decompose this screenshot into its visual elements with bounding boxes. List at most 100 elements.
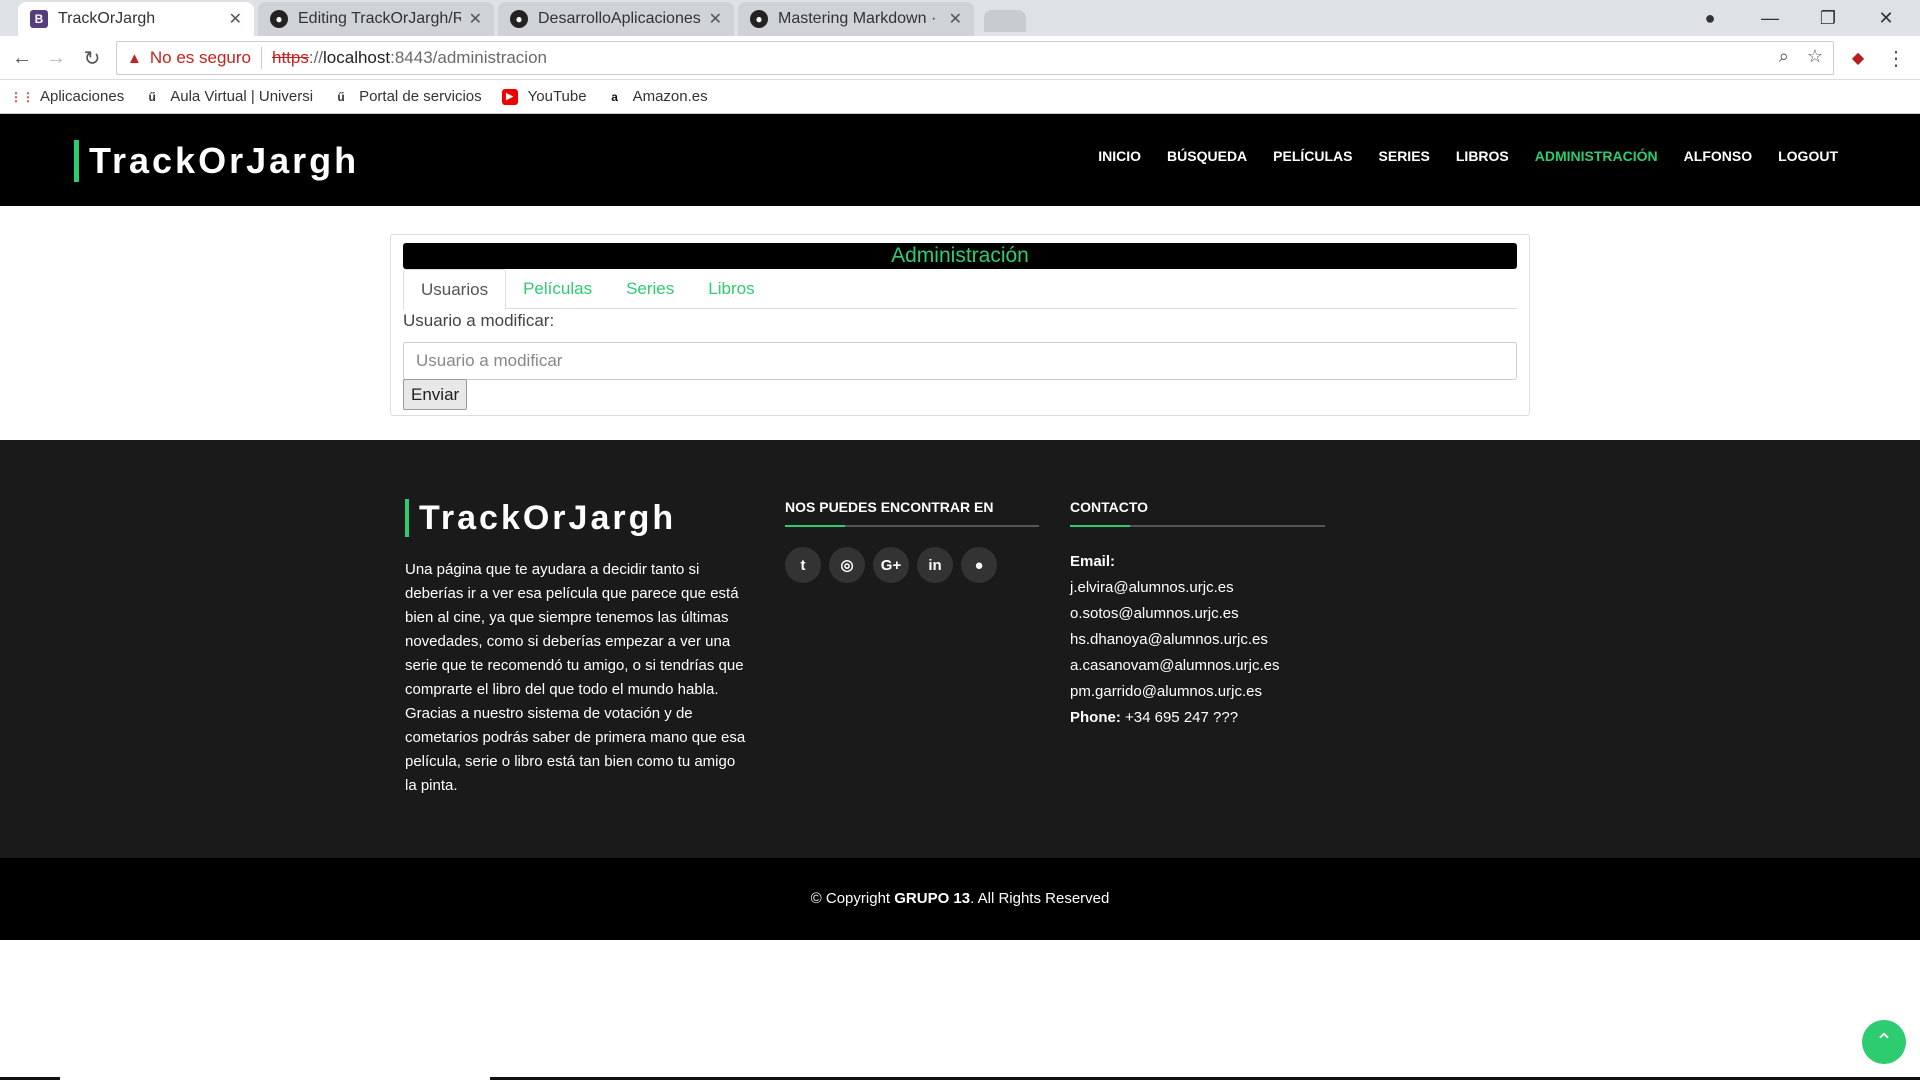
- bookmark-youtube[interactable]: ▶ YouTube: [501, 88, 587, 105]
- close-tab-icon[interactable]: ✕: [229, 9, 242, 29]
- url-path: :8443/administracion: [390, 48, 547, 67]
- email-label: Email:: [1070, 553, 1116, 570]
- site-header: TrackOrJargh INICIO BÚSQUEDA PELÍCULAS S…: [0, 114, 1920, 206]
- profile-icon[interactable]: ●: [1682, 0, 1738, 36]
- tab-peliculas[interactable]: Películas: [506, 269, 609, 308]
- browser-toolbar: ← → ↻ ▲ No es seguro https://localhost:8…: [0, 36, 1920, 80]
- restore-icon[interactable]: ❐: [1800, 0, 1856, 36]
- copyright-bar: © Copyright GRUPO 13. All Rights Reserve…: [0, 858, 1920, 940]
- bookmark-label: Portal de servicios: [359, 88, 482, 105]
- contact-info: Email: j.elvira@alumnos.urjc.es o.sotos@…: [1070, 549, 1280, 731]
- forward-icon[interactable]: →: [40, 42, 72, 74]
- nav-administracion[interactable]: ADMINISTRACIÓN: [1535, 148, 1658, 164]
- tab-title: DesarrolloAplicacionesW: [538, 10, 701, 27]
- tab-series[interactable]: Series: [609, 269, 691, 308]
- apps-grid-icon: ⋮⋮: [10, 89, 34, 104]
- bookmark-label: YouTube: [527, 88, 587, 105]
- nav-inicio[interactable]: INICIO: [1098, 148, 1141, 164]
- github-icon: ●: [510, 10, 528, 28]
- bookmark-label: Aplicaciones: [40, 88, 125, 105]
- github-icon: ●: [270, 10, 288, 28]
- footer-logo: TrackOrJargh: [405, 499, 676, 537]
- instagram-icon[interactable]: ◎: [829, 547, 865, 583]
- close-tab-icon[interactable]: ✕: [709, 9, 722, 29]
- submit-button[interactable]: Enviar: [403, 379, 468, 410]
- contact-title-underline: [1070, 525, 1325, 527]
- url-host: localhost: [323, 48, 391, 67]
- contact-email[interactable]: hs.dhanoya@alumnos.urjc.es: [1070, 627, 1280, 653]
- bookmark-star-icon[interactable]: ☆: [1807, 46, 1823, 67]
- site-logo[interactable]: TrackOrJargh: [74, 140, 359, 182]
- ublock-icon[interactable]: ◆: [1842, 42, 1874, 74]
- user-field-label: Usuario a modificar:: [403, 311, 555, 330]
- social-links: t ◎ G+ in ●: [785, 547, 997, 583]
- user-input[interactable]: [403, 342, 1517, 380]
- browser-tab-bar: B TrackOrJargh ✕ ● Editing TrackOrJargh/…: [0, 0, 1920, 36]
- nav-peliculas[interactable]: PELÍCULAS: [1273, 148, 1352, 164]
- close-window-icon[interactable]: ✕: [1858, 0, 1914, 36]
- close-tab-icon[interactable]: ✕: [469, 9, 482, 29]
- twitter-icon[interactable]: t: [785, 547, 821, 583]
- tab-title: TrackOrJargh: [58, 10, 156, 27]
- nav-user-alfonso[interactable]: ALFONSO: [1684, 148, 1752, 164]
- bootstrap-icon: B: [30, 10, 48, 28]
- youtube-icon: ▶: [501, 88, 518, 105]
- tab-usuarios[interactable]: Usuarios: [403, 269, 507, 310]
- copyright-suffix: . All Rights Reserved: [970, 890, 1110, 907]
- contact-email[interactable]: j.elvira@alumnos.urjc.es: [1070, 575, 1280, 601]
- phone-label: Phone:: [1070, 709, 1121, 726]
- zoom-icon[interactable]: ⌕: [1779, 46, 1789, 67]
- bookmark-amazon[interactable]: a Amazon.es: [607, 88, 708, 105]
- nav-series[interactable]: SERIES: [1379, 148, 1430, 164]
- browser-tab-markdown[interactable]: ● Mastering Markdown · G ✕: [738, 2, 974, 36]
- security-label[interactable]: No es seguro: [150, 48, 251, 68]
- social-title-underline: [785, 525, 1039, 527]
- github-icon[interactable]: ●: [961, 547, 997, 583]
- github-icon: ●: [750, 10, 768, 28]
- browser-tab-trackorjargh[interactable]: B TrackOrJargh ✕: [18, 2, 254, 36]
- chevron-up-icon: ⌃: [1874, 1029, 1894, 1054]
- tab-title: Editing TrackOrJargh/RE: [298, 10, 461, 27]
- address-bar[interactable]: ▲ No es seguro https://localhost:8443/ad…: [116, 41, 1834, 75]
- bookmarks-bar: ⋮⋮ Aplicaciones ű Aula Virtual | Univers…: [0, 80, 1920, 114]
- omnibox-separator: [260, 47, 262, 69]
- omnibox-actions: ⌕ ☆: [1779, 46, 1823, 67]
- google-plus-icon[interactable]: G+: [873, 547, 909, 583]
- nav-logout[interactable]: LOGOUT: [1778, 148, 1838, 164]
- main-nav: INICIO BÚSQUEDA PELÍCULAS SERIES LIBROS …: [1098, 148, 1838, 164]
- bookmark-label: Amazon.es: [632, 88, 708, 105]
- urjc-icon: ű: [337, 89, 345, 104]
- footer-description: Una página que te ayudara a decidir tant…: [405, 561, 746, 794]
- contact-email[interactable]: o.sotos@alumnos.urjc.es: [1070, 601, 1280, 627]
- reload-icon[interactable]: ↻: [76, 42, 108, 74]
- new-tab-button[interactable]: [984, 10, 1026, 32]
- warning-icon: ▲: [127, 49, 142, 67]
- bookmark-label: Aula Virtual | Universi: [170, 88, 314, 105]
- browser-tab-desarrollo[interactable]: ● DesarrolloAplicacionesW ✕: [498, 2, 734, 36]
- nav-busqueda[interactable]: BÚSQUEDA: [1167, 148, 1247, 164]
- tab-title: Mastering Markdown · G: [778, 10, 941, 27]
- browser-tab-editing[interactable]: ● Editing TrackOrJargh/RE ✕: [258, 2, 494, 36]
- contact-email[interactable]: a.casanovam@alumnos.urjc.es: [1070, 653, 1280, 679]
- panel-title: Administración: [403, 243, 1517, 269]
- close-tab-icon[interactable]: ✕: [949, 9, 962, 29]
- url-separator: ://: [308, 48, 324, 67]
- admin-panel: Administración Usuarios Películas Series…: [390, 234, 1530, 416]
- admin-tabs: Usuarios Películas Series Libros: [403, 269, 1517, 310]
- bookmark-portal-servicios[interactable]: ű Portal de servicios: [333, 88, 482, 105]
- urjc-icon: ű: [148, 89, 156, 104]
- site-footer: TrackOrJargh Una página que te ayudara a…: [0, 440, 1920, 858]
- contact-phone: +34 695 247 ???: [1125, 709, 1239, 726]
- back-icon[interactable]: ←: [6, 42, 38, 74]
- menu-icon[interactable]: ⋮: [1880, 42, 1912, 74]
- copyright-group: GRUPO 13: [894, 890, 971, 907]
- nav-libros[interactable]: LIBROS: [1456, 148, 1509, 164]
- bookmark-aula-virtual[interactable]: ű Aula Virtual | Universi: [144, 88, 314, 105]
- bookmark-aplicaciones[interactable]: ⋮⋮ Aplicaciones: [10, 88, 125, 105]
- amazon-icon: a: [611, 89, 618, 104]
- linkedin-icon[interactable]: in: [917, 547, 953, 583]
- tab-libros[interactable]: Libros: [691, 269, 771, 308]
- scroll-to-top-button[interactable]: ⌃: [1862, 1020, 1906, 1064]
- contact-email[interactable]: pm.garrido@alumnos.urjc.es: [1070, 679, 1280, 705]
- minimize-icon[interactable]: —: [1742, 0, 1798, 36]
